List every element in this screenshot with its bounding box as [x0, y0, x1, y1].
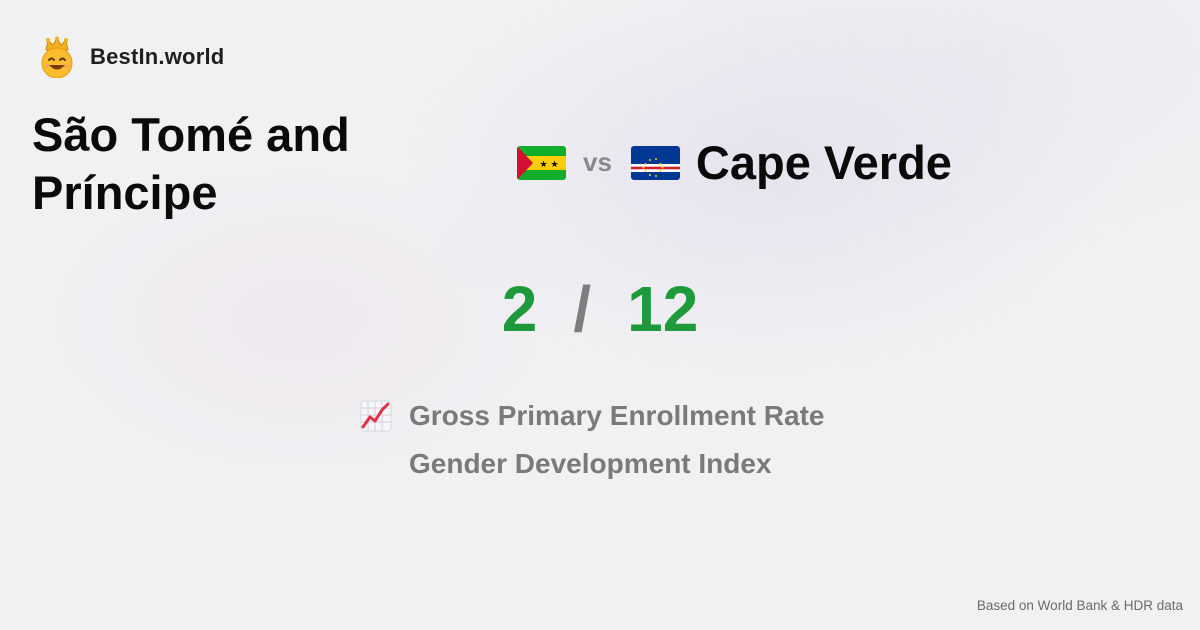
data-source-note: Based on World Bank & HDR data: [976, 598, 1183, 613]
vs-label: vs: [583, 147, 612, 177]
metrics-list: Gross Primary Enrollment Rate Gender Dev…: [360, 392, 824, 488]
brand-name: BestIn.world: [90, 44, 225, 69]
sao-tome-flag-icon: ★ ★: [517, 145, 566, 180]
cape-verde-flag-icon: [630, 145, 680, 180]
metric-label: Gender Development Index: [409, 448, 772, 479]
score-separator: /: [573, 273, 592, 345]
versus-row: ★ ★ vs Cape Verde: [517, 135, 952, 190]
metric-item: Gross Primary Enrollment Rate: [360, 392, 824, 440]
chart-increasing-icon: [360, 400, 392, 432]
country-a-title: São Tomé and Príncipe: [32, 108, 350, 219]
country-b-score: 12: [627, 273, 699, 345]
svg-text:★: ★: [539, 159, 547, 169]
country-a-score: 2: [501, 273, 538, 345]
score-row: 2 / 12: [0, 272, 1200, 346]
metric-label: Gross Primary Enrollment Rate: [409, 400, 825, 431]
svg-text:★: ★: [550, 159, 558, 169]
country-b-title: Cape Verde: [695, 136, 952, 189]
brand[interactable]: BestIn.world: [38, 36, 224, 78]
metric-item: Gender Development Index: [360, 440, 824, 488]
crowned-smiley-icon: [41, 36, 73, 78]
